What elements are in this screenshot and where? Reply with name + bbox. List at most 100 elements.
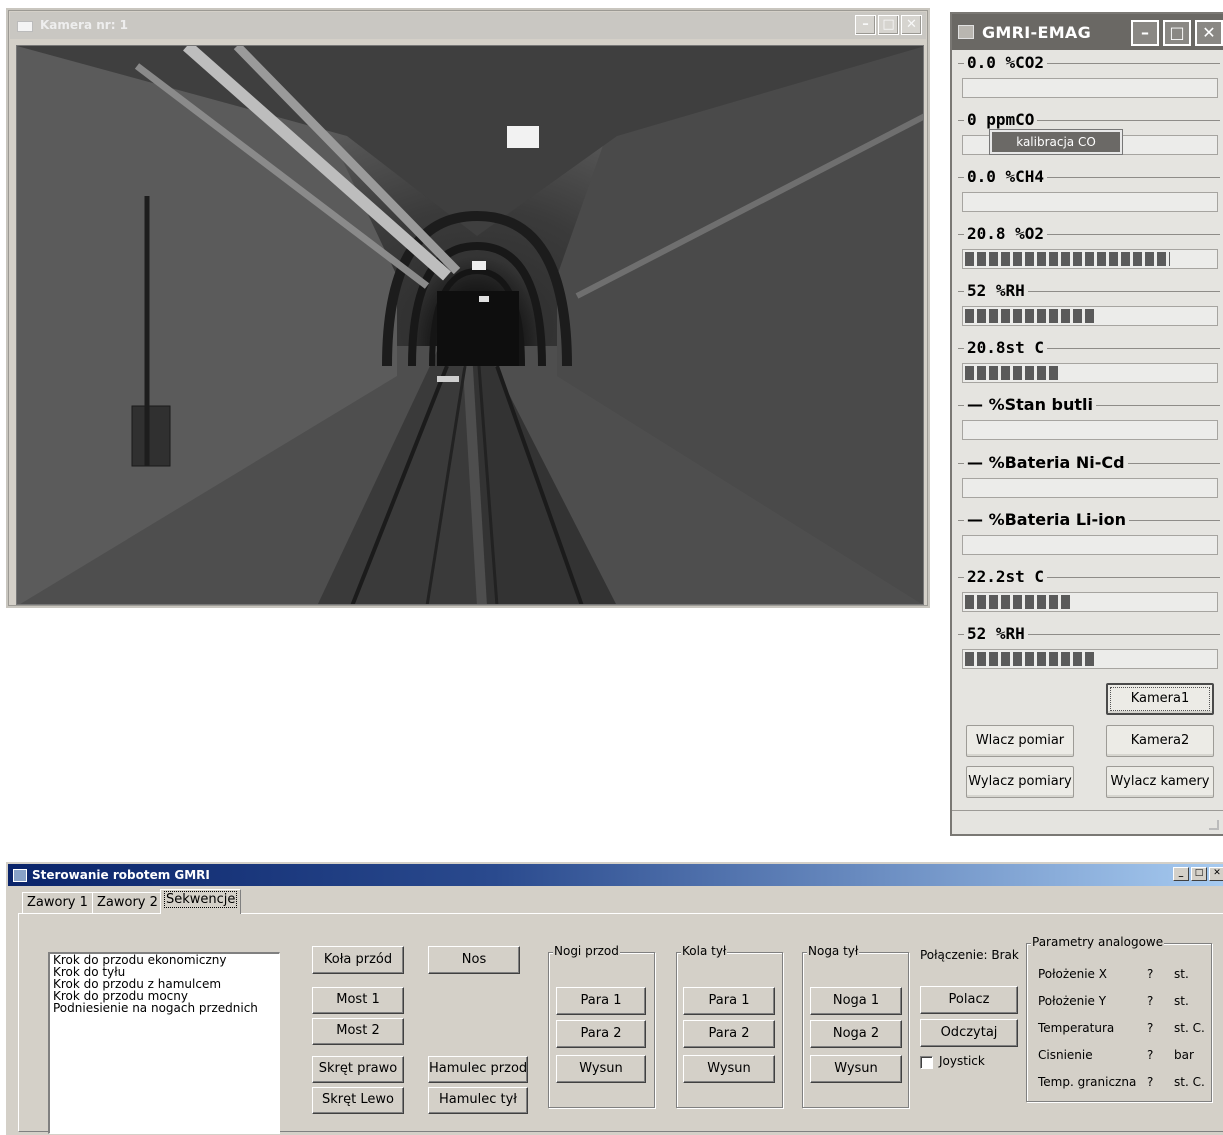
minimize-button[interactable]: – [855, 15, 876, 35]
nogi-przod-para-2-button[interactable]: Para 2 [556, 1020, 646, 1048]
skret-prawo-button[interactable]: Skręt prawo [312, 1056, 404, 1083]
status-divider [952, 810, 1223, 811]
analog-param-name: Położenie Y [1038, 994, 1107, 1008]
tab-zawory-1[interactable]: Zawory 1 [22, 892, 93, 913]
kola-tyl-label: Kola tył [681, 944, 728, 958]
sensor-level-bar [962, 420, 1218, 440]
sensor-reading-label: 20.8st C [964, 338, 1048, 357]
joystick-label: Joystick [939, 1054, 985, 1068]
polacz-button[interactable]: Polacz [920, 986, 1018, 1014]
kamera2-button[interactable]: Kamera2 [1106, 725, 1214, 757]
hamulec-przod-button[interactable]: Hamulec przod [428, 1056, 528, 1083]
kola-tyl-para-2-button[interactable]: Para 2 [683, 1020, 775, 1048]
analog-param-value: ? [1147, 1021, 1154, 1035]
maximize-button[interactable]: □ [1163, 20, 1191, 46]
analog-param-unit: bar [1174, 1048, 1194, 1062]
sensor-level-bar [962, 306, 1218, 326]
skret-lewo-button[interactable]: Skręt Lewo [312, 1087, 404, 1114]
sensor-reading-label: 22.2st C [964, 567, 1048, 586]
sensor-reading: 22.2st C [958, 567, 1220, 612]
odczytaj-button[interactable]: Odczytaj [920, 1019, 1018, 1047]
sensor-level-bar [962, 78, 1218, 98]
sensor-level-bar [962, 478, 1218, 498]
sensor-reading-label: 52 %RH [964, 624, 1028, 643]
analog-param-value: ? [1147, 967, 1154, 981]
sensor-level-bar [962, 192, 1218, 212]
kamera1-button[interactable]: Kamera1 [1106, 683, 1214, 715]
sensor-reading: 0.0 %CO2 [958, 53, 1220, 98]
sensor-title-bar[interactable]: GMRI-EMAG – □ ✕ [952, 14, 1223, 50]
nos-button[interactable]: Nos [428, 946, 520, 974]
camera-video-feed [16, 45, 924, 605]
sensor-level-fill [965, 595, 1070, 609]
kola-tyl-para-1-button[interactable]: Para 1 [683, 987, 775, 1015]
analog-param-value: ? [1147, 1048, 1154, 1062]
sensor-level-bar [962, 535, 1218, 555]
tab-zawory-2[interactable]: Zawory 2 [92, 892, 163, 913]
kola-przod-button[interactable]: Koła przód [312, 946, 404, 974]
sensor-level-bar [962, 249, 1218, 269]
close-button[interactable]: ✕ [1195, 20, 1223, 46]
sensor-reading: — %Bateria Ni-Cd [958, 453, 1220, 498]
close-button[interactable]: ✕ [1209, 867, 1223, 881]
maximize-button[interactable]: □ [878, 15, 899, 35]
sensor-reading-label: — %Stan butli [964, 395, 1096, 414]
wylacz-pomiary-button[interactable]: Wylacz pomiary [966, 766, 1074, 798]
wlacz-pomiar-button[interactable]: Wlacz pomiar [966, 725, 1074, 757]
analog-param-name: Cisnienie [1038, 1048, 1093, 1062]
analog-param-unit: st. [1174, 967, 1189, 981]
noga-2-button[interactable]: Noga 2 [810, 1020, 902, 1048]
camera-title-bar[interactable]: Kamera nr: 1 – □ ✕ [10, 12, 926, 39]
control-title-bar[interactable]: Sterowanie robotem GMRI _ □ ✕ [8, 864, 1223, 886]
sensor-reading: 52 %RH [958, 624, 1220, 669]
analog-param-value: ? [1147, 1075, 1154, 1089]
connection-status: Połączenie: Brak [920, 948, 1019, 962]
camera-window: Kamera nr: 1 – □ ✕ [6, 8, 930, 608]
most-2-button[interactable]: Most 2 [312, 1018, 404, 1045]
resize-grip-icon[interactable] [1209, 820, 1219, 830]
sensor-reading-label: 0.0 %CH4 [964, 167, 1048, 186]
wylacz-kamery-button[interactable]: Wylacz kamery [1106, 766, 1214, 798]
sensor-reading: — %Stan butli [958, 395, 1220, 440]
most-1-button[interactable]: Most 1 [312, 987, 404, 1014]
noga-1-button[interactable]: Noga 1 [810, 987, 902, 1015]
sensor-reading: 20.8st C [958, 338, 1220, 383]
sensor-reading-label: 20.8 %O2 [964, 224, 1048, 243]
sensor-reading: — %Bateria Li-ion [958, 510, 1220, 555]
close-button[interactable]: ✕ [901, 15, 922, 35]
analog-param-unit: st. C. [1174, 1075, 1205, 1089]
hamulec-tyl-button[interactable]: Hamulec tył [428, 1087, 528, 1114]
analog-param-name: Położenie X [1038, 967, 1107, 981]
control-window: Sterowanie robotem GMRI _ □ ✕ Zawory 1 Z… [6, 862, 1223, 1135]
sensor-title: GMRI-EMAG [982, 23, 1092, 42]
minimize-button[interactable]: _ [1173, 867, 1189, 881]
sensor-reading-label: 0.0 %CO2 [964, 53, 1048, 72]
joystick-checkbox[interactable] [920, 1056, 933, 1069]
nogi-przod-label: Nogi przod [553, 944, 620, 958]
mine-tunnel-image [17, 46, 923, 604]
sensor-reading: 0 ppmCO [958, 110, 1220, 155]
app-icon [958, 25, 974, 39]
list-item[interactable]: Podniesienie na nogach przednich [50, 1002, 279, 1014]
sequence-list[interactable]: Krok do przodu ekonomiczny Krok do tyłu … [48, 952, 280, 1134]
sensor-level-bar [962, 363, 1218, 383]
minimize-button[interactable]: – [1131, 20, 1159, 46]
kalibracja-co-tooltip: kalibracja CO [989, 129, 1123, 155]
kola-tyl-wysun-button[interactable]: Wysun [683, 1055, 775, 1083]
noga-tyl-wysun-button[interactable]: Wysun [810, 1055, 902, 1083]
sensor-level-fill [965, 366, 1060, 380]
sensor-reading-label: — %Bateria Ni-Cd [964, 453, 1128, 472]
tab-sekwencje[interactable]: Sekwencje [160, 889, 242, 914]
nogi-przod-wysun-button[interactable]: Wysun [556, 1055, 646, 1083]
analog-param-name: Temperatura [1038, 1021, 1115, 1035]
app-icon [13, 869, 27, 882]
sensor-reading-label: — %Bateria Li-ion [964, 510, 1130, 529]
control-title: Sterowanie robotem GMRI [32, 868, 210, 882]
analog-param-unit: st. [1174, 994, 1189, 1008]
analog-params-label: Parametry analogowe [1031, 935, 1165, 949]
analog-param-value: ? [1147, 994, 1154, 1008]
maximize-button[interactable]: □ [1191, 867, 1207, 881]
sensor-level-fill [965, 252, 1170, 266]
sensor-level-bar [962, 649, 1218, 669]
nogi-przod-para-1-button[interactable]: Para 1 [556, 987, 646, 1015]
